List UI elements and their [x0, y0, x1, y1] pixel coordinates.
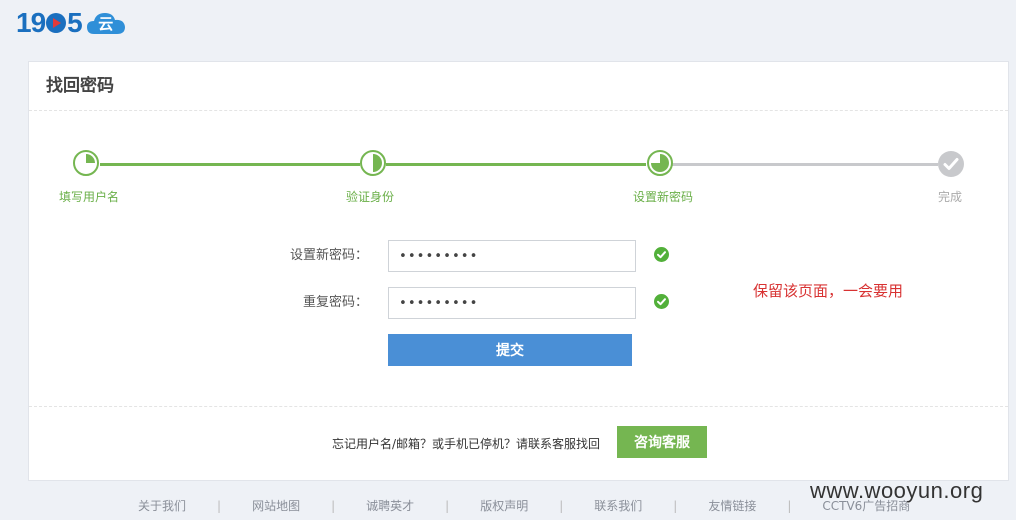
- footer-link-contact[interactable]: 联系我们: [594, 497, 642, 514]
- step-label-new-password: 设置新密码: [632, 190, 694, 204]
- page-title: 找回密码: [29, 62, 1008, 111]
- cloud-icon: 云: [86, 10, 126, 36]
- confirm-password-input[interactable]: [388, 287, 636, 319]
- footer-link-copyright[interactable]: 版权声明: [480, 497, 528, 514]
- step-half-icon: [360, 150, 386, 176]
- logo-wordmark: 19 5: [16, 7, 83, 39]
- footer-link-about[interactable]: 关于我们: [138, 497, 186, 514]
- recovery-hint: 忘记用户名/邮箱？或手机已停机？请联系客服找回: [331, 437, 600, 451]
- consult-service-button[interactable]: 咨询客服: [617, 426, 707, 458]
- footer-separator: |: [673, 498, 678, 513]
- logo-text-pre: 19: [16, 7, 46, 38]
- step-label-verify: 验证身份: [345, 190, 395, 204]
- new-password-input[interactable]: [388, 240, 636, 272]
- site-logo[interactable]: 19 5 云: [16, 6, 126, 40]
- step-line-3: [672, 163, 938, 166]
- footer-separator: |: [559, 498, 564, 513]
- step-quarter-icon: [73, 150, 99, 176]
- new-password-row: 设置新密码：: [29, 240, 1008, 272]
- footer-separator: |: [217, 498, 222, 513]
- watermark: www.wooyun.org: [810, 478, 984, 503]
- cloud-label: 云: [98, 14, 114, 33]
- logo-text-post: 5: [67, 7, 83, 38]
- valid-check-icon: [654, 294, 669, 309]
- footer-link-friends[interactable]: 友情链接: [708, 497, 756, 514]
- submit-button[interactable]: 提交: [388, 334, 632, 366]
- footer-separator: |: [787, 498, 792, 513]
- footer-divider: [29, 406, 1008, 407]
- step-line-2: [386, 163, 646, 166]
- step-label-done: 完成: [937, 190, 963, 204]
- progress-steps: 填写用户名 验证身份 设置新密码 完成: [29, 150, 1008, 210]
- play-icon: [46, 13, 67, 33]
- step-line-1: [100, 163, 360, 166]
- footer-link-jobs[interactable]: 诚聘英才: [366, 497, 414, 514]
- new-password-label: 设置新密码：: [289, 248, 368, 263]
- valid-check-icon: [654, 247, 669, 262]
- footer-links: 关于我们 | 网站地图 | 诚聘英才 | 版权声明 | 联系我们 | 友情链接 …: [138, 497, 910, 514]
- step-three-quarter-icon: [647, 150, 673, 176]
- find-password-card: 找回密码 填写用户名 验证身份 设置新密码 完成 设置新密码： ••••••••…: [28, 61, 1009, 481]
- step-check-icon: [937, 150, 964, 177]
- footer-separator: |: [445, 498, 450, 513]
- confirm-password-label: 重复密码：: [302, 295, 368, 310]
- step-label-username: 填写用户名: [58, 190, 120, 204]
- footer-separator: |: [331, 498, 336, 513]
- footer-link-sitemap[interactable]: 网站地图: [252, 497, 300, 514]
- annotation-note: 保留该页面，一会要用: [753, 282, 904, 300]
